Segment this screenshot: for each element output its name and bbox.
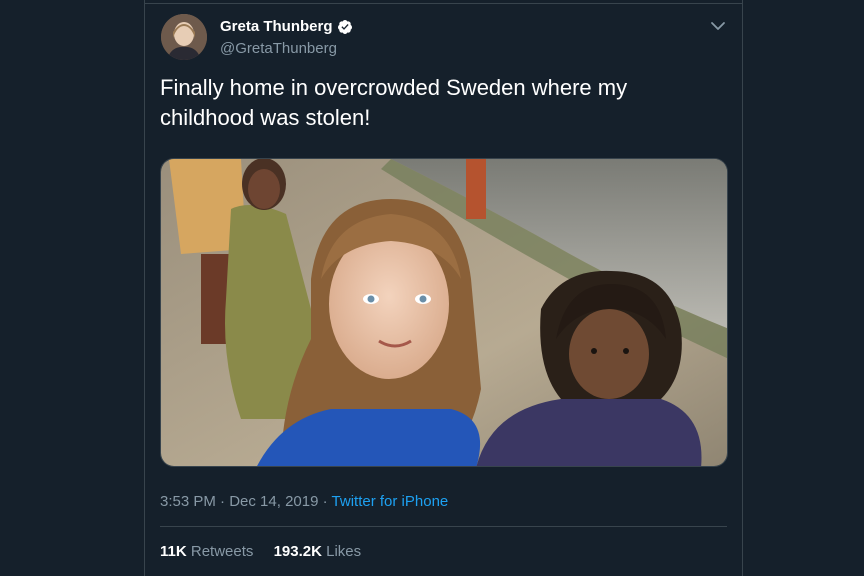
likes-stat[interactable]: 193.2K Likes — [274, 543, 362, 560]
meta-separator: · — [322, 493, 328, 510]
top-divider — [145, 3, 742, 4]
tweet-photo[interactable] — [160, 158, 728, 467]
avatar[interactable] — [161, 14, 207, 60]
more-options-chevron-down-icon[interactable] — [708, 16, 728, 36]
tweet-text: Finally home in overcrowded Sweden where… — [160, 75, 628, 130]
author-handle[interactable]: @GretaThunberg — [220, 40, 337, 57]
retweets-label: Retweets — [190, 543, 254, 560]
tweet-time[interactable]: 3:53 PM — [160, 493, 216, 510]
tweet-detail-column: Greta Thunberg @GretaThunberg Finally ho… — [144, 0, 743, 576]
meta-separator: · — [220, 493, 226, 510]
likes-label: Likes — [326, 543, 362, 560]
stats-divider — [160, 526, 727, 527]
author-name-row[interactable]: Greta Thunberg — [220, 18, 353, 35]
photo-icon — [161, 159, 727, 466]
likes-count: 193.2K — [273, 543, 322, 560]
avatar-image — [161, 14, 207, 60]
retweets-stat[interactable]: 11K Retweets — [160, 543, 258, 560]
tweet-date[interactable]: Dec 14, 2019 — [229, 493, 318, 510]
tweet-metadata: 3:53 PM · Dec 14, 2019 · Twitter for iPh… — [160, 493, 448, 510]
author-display-name[interactable]: Greta Thunberg — [220, 18, 333, 35]
tweet-stats: 11K Retweets 193.2K Likes — [160, 543, 377, 560]
tweet-source-link[interactable]: Twitter for iPhone — [332, 493, 449, 510]
verified-badge-icon — [337, 19, 353, 35]
retweets-count: 11K — [160, 543, 187, 560]
